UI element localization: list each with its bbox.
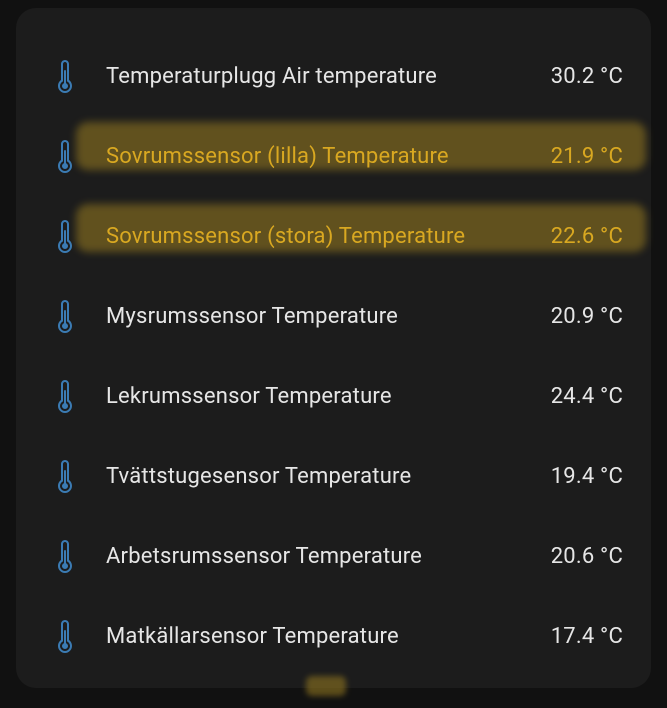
thermometer-icon [44, 218, 86, 254]
thermometer-icon [44, 298, 86, 334]
sensor-name: Matkällarsensor Temperature [86, 624, 533, 649]
sensor-name: Lekrumssensor Temperature [86, 384, 533, 409]
sensor-row[interactable]: Mysrumssensor Temperature 20.9 °C [44, 276, 623, 356]
sensor-name: Sovrumssensor (stora) Temperature [86, 224, 533, 249]
sensor-value: 30.2 °C [533, 64, 623, 89]
sensor-row[interactable]: Sovrumssensor (stora) Temperature 22.6 °… [44, 196, 623, 276]
sensor-value: 17.4 °C [533, 624, 623, 649]
sensor-value: 21.9 °C [533, 144, 623, 169]
sensor-name: Temperaturplugg Air temperature [86, 64, 533, 89]
sensor-value: 19.4 °C [533, 464, 623, 489]
sensor-row[interactable]: Arbetsrumssensor Temperature 20.6 °C [44, 516, 623, 596]
sensor-name: Mysrumssensor Temperature [86, 304, 533, 329]
sensor-name: Tvättstugesensor Temperature [86, 464, 533, 489]
sensor-row[interactable]: Matkällarsensor Temperature 17.4 °C [44, 596, 623, 676]
sensor-value: 24.4 °C [533, 384, 623, 409]
highlight-mark [306, 676, 346, 696]
sensor-card: Temperaturplugg Air temperature 30.2 °C … [16, 8, 651, 688]
thermometer-icon [44, 538, 86, 574]
thermometer-icon [44, 58, 86, 94]
thermometer-icon [44, 618, 86, 654]
sensor-name: Arbetsrumssensor Temperature [86, 544, 533, 569]
thermometer-icon [44, 138, 86, 174]
sensor-row[interactable]: Temperaturplugg Air temperature 30.2 °C [44, 36, 623, 116]
sensor-value: 22.6 °C [533, 224, 623, 249]
sensor-name: Sovrumssensor (lilla) Temperature [86, 144, 533, 169]
sensor-row[interactable]: Lekrumssensor Temperature 24.4 °C [44, 356, 623, 436]
thermometer-icon [44, 378, 86, 414]
sensor-row[interactable]: Sovrumssensor (lilla) Temperature 21.9 °… [44, 116, 623, 196]
thermometer-icon [44, 458, 86, 494]
sensor-value: 20.6 °C [533, 544, 623, 569]
sensor-value: 20.9 °C [533, 304, 623, 329]
sensor-row[interactable]: Tvättstugesensor Temperature 19.4 °C [44, 436, 623, 516]
